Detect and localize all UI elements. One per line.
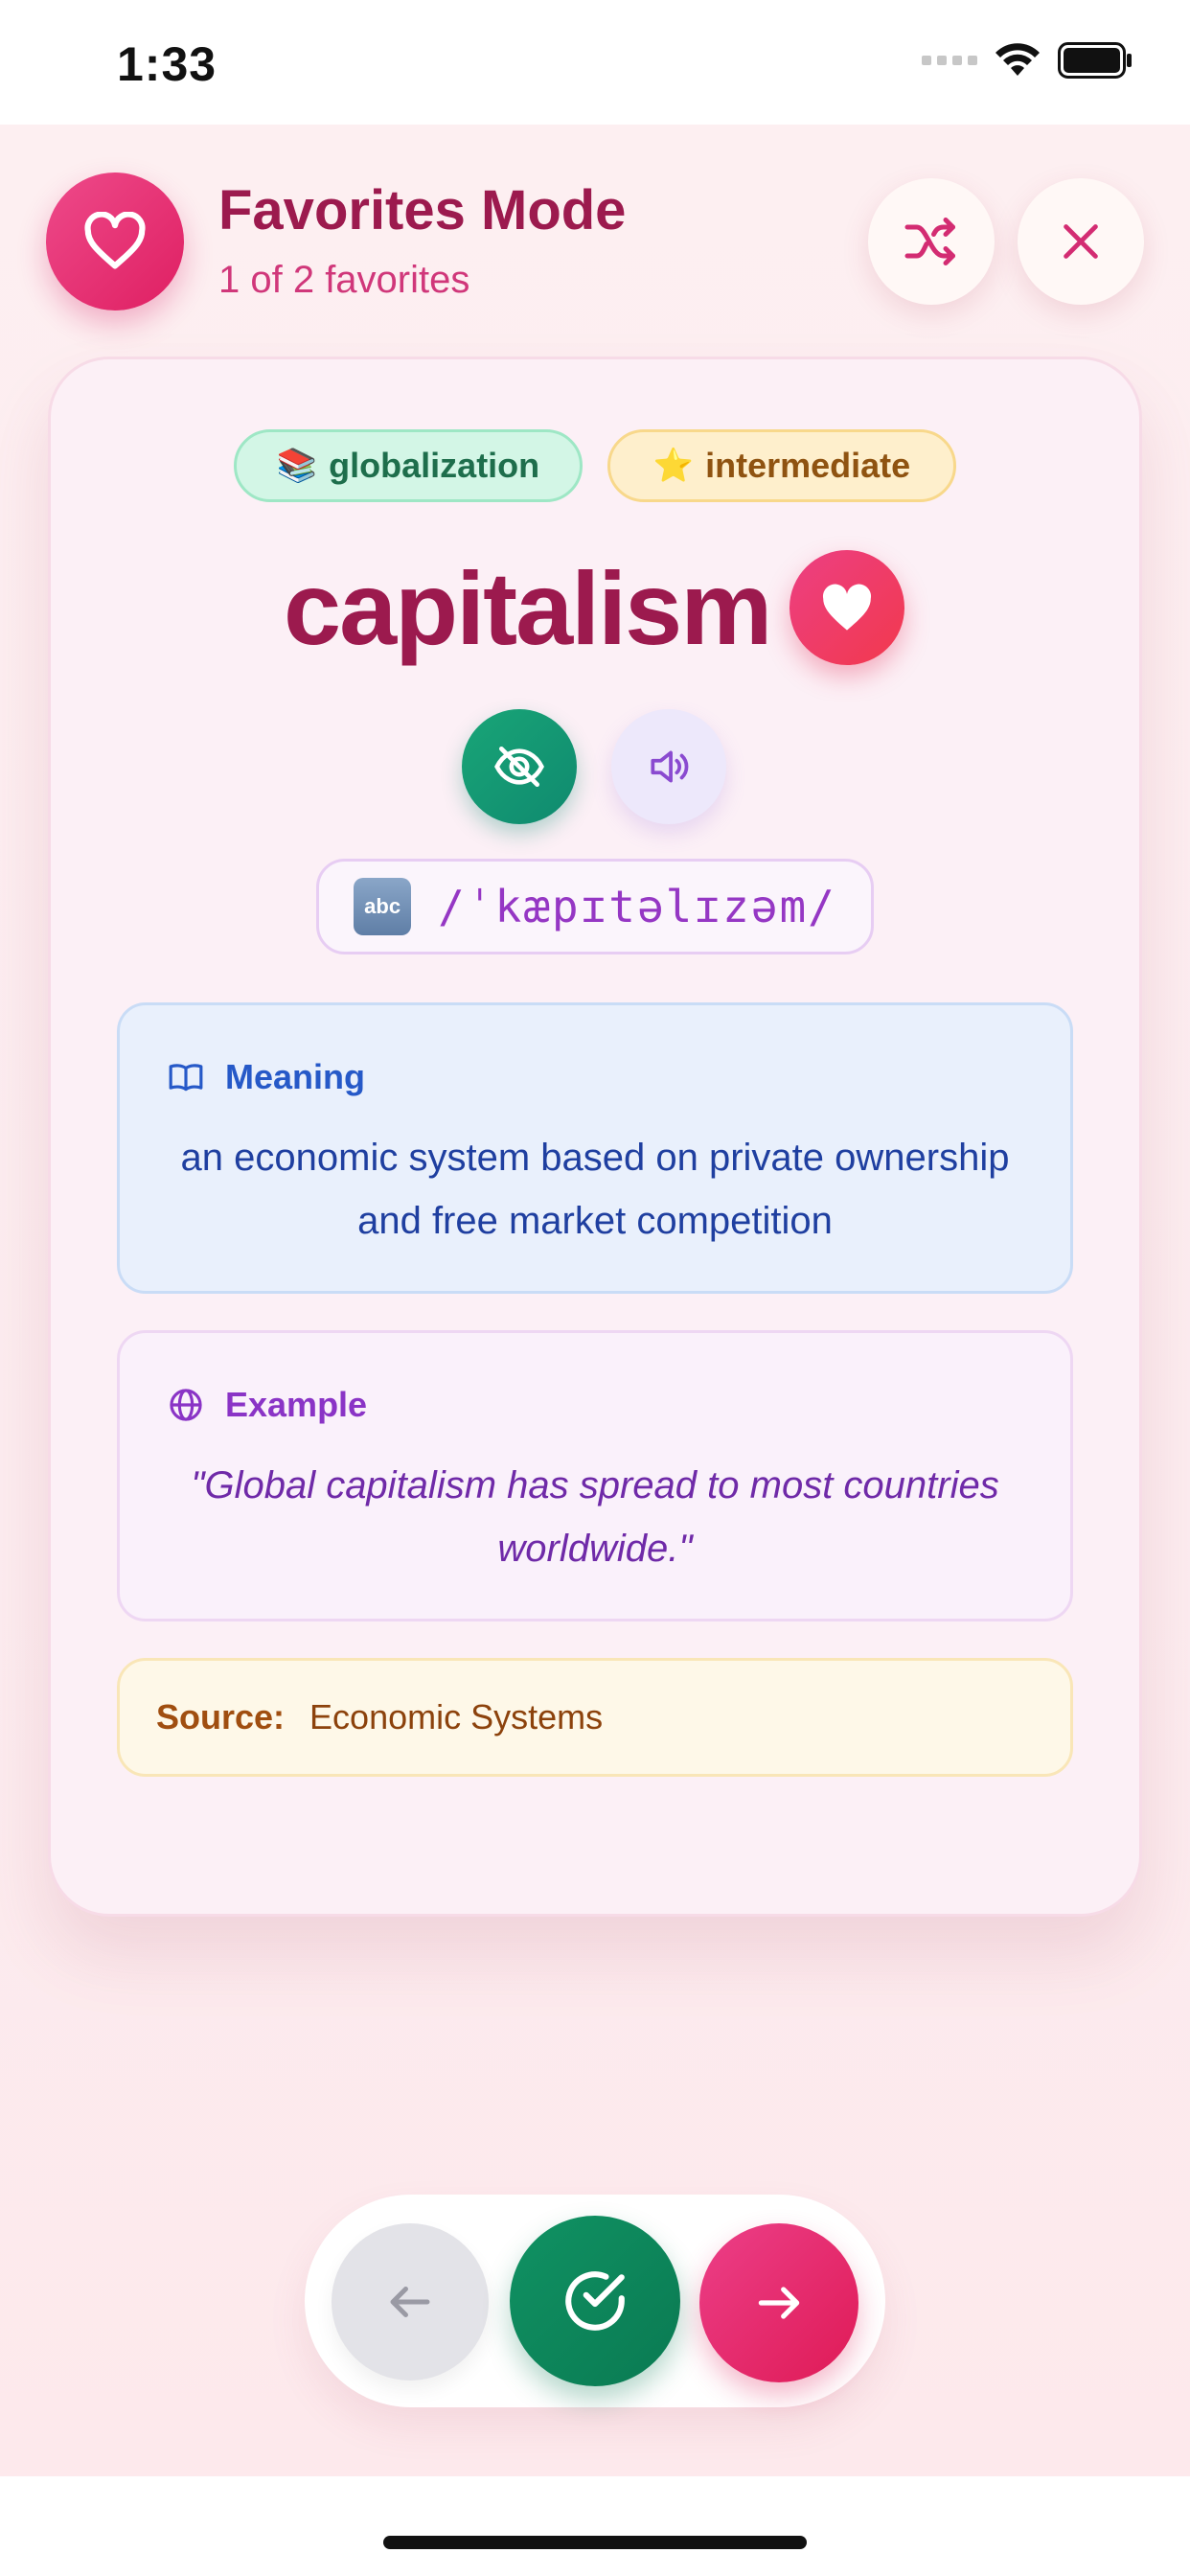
mark-learned-button[interactable] [510,2216,680,2386]
battery-icon [1058,42,1132,79]
topic-tag-label: globalization [329,446,540,485]
source-label: Source: [156,1697,286,1736]
favorites-heart-badge [46,172,184,310]
status-bar: 1:33 [0,0,1190,125]
level-tag: ⭐ intermediate [607,429,956,502]
signal-icon [922,56,977,65]
example-text: "Global capitalism has spread to most co… [191,1464,999,1570]
favorite-toggle-button[interactable] [790,550,904,665]
meaning-panel: Meaning an economic system based on priv… [117,1002,1073,1294]
close-icon [1064,224,1098,259]
favorites-counter: 1 of 2 favorites [218,259,470,301]
source-value: Economic Systems [309,1697,604,1736]
example-panel: Example "Global capitalism has spread to… [117,1330,1073,1622]
next-button[interactable] [699,2223,858,2382]
example-heading-label: Example [225,1385,368,1424]
books-icon: 📚 [276,448,318,484]
arrow-right-icon [758,2287,800,2319]
meaning-heading: Meaning [168,1057,365,1097]
eye-off-icon [494,747,544,787]
close-button[interactable] [1018,178,1144,305]
speaker-icon [651,750,689,783]
level-tag-label: intermediate [705,446,911,485]
previous-button[interactable] [332,2223,489,2380]
pronounce-button[interactable] [611,709,726,824]
star-icon: ⭐ [652,448,695,484]
page-title: Favorites Mode [218,179,627,242]
shuffle-button[interactable] [868,178,995,305]
status-icons [922,42,1133,79]
status-time: 1:33 [117,37,217,91]
phonetic-transcription: /ˈkæpɪtəlɪzəm/ [438,881,836,932]
globe-icon [170,1389,202,1421]
meaning-heading-label: Meaning [225,1057,366,1096]
hide-meaning-button[interactable] [462,709,577,824]
heart-icon [84,212,146,269]
shuffle-icon [904,218,955,265]
meaning-text: an economic system based on private owne… [180,1137,1010,1242]
check-circle-icon [565,2271,625,2331]
arrow-left-icon [390,2287,430,2317]
home-indicator[interactable] [383,2536,807,2549]
source-panel: Source: Economic Systems [117,1658,1073,1777]
abc-icon: abc [354,878,412,935]
example-heading: Example [168,1385,367,1425]
wifi-icon [995,43,1040,76]
heart-filled-icon [822,584,872,631]
book-open-icon [169,1064,203,1092]
phonetic-box: abc /ˈkæpɪtəlɪzəm/ [316,859,874,954]
vocabulary-word: capitalism [284,550,772,666]
topic-tag: 📚 globalization [234,429,583,502]
